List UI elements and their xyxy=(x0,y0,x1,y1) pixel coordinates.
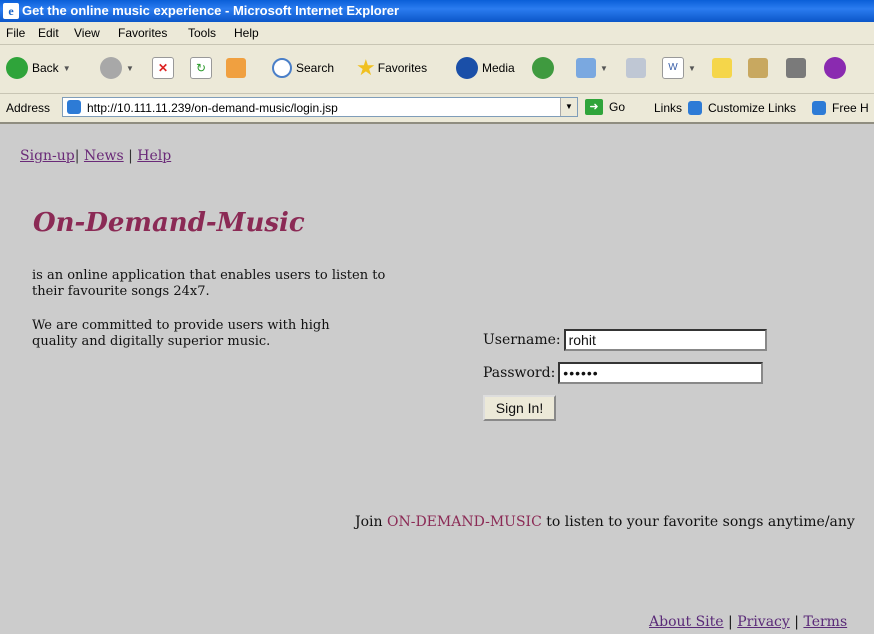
mail-button[interactable]: ▼ xyxy=(576,55,608,81)
username-label: Username: xyxy=(483,332,561,348)
help-link[interactable]: Help xyxy=(137,148,171,164)
free-hotmail-link[interactable]: Free H xyxy=(832,101,869,115)
media-label: Media xyxy=(482,61,515,75)
search-icon xyxy=(272,58,292,78)
footer-links: About Site | Privacy | Terms xyxy=(649,614,847,630)
forward-arrow-icon xyxy=(100,57,122,79)
history-button[interactable] xyxy=(532,55,554,81)
join-prefix: Join xyxy=(355,514,383,530)
about-site-link[interactable]: About Site xyxy=(649,614,724,630)
ie-logo-icon: e xyxy=(3,3,19,19)
history-icon xyxy=(532,57,554,79)
top-nav: Sign-up| News | Help xyxy=(20,148,171,164)
menu-file[interactable]: File xyxy=(6,26,25,40)
print-icon xyxy=(626,58,646,78)
yahoo-button[interactable] xyxy=(824,55,846,81)
mail-icon xyxy=(576,58,596,78)
address-dropdown-icon[interactable]: ▼ xyxy=(560,98,577,116)
address-label: Address xyxy=(6,101,51,115)
standard-toolbar: Back ▼ ▼ ✕ ↻ Search ★ Favorites Media ▼ … xyxy=(0,45,874,94)
nav-separator: | xyxy=(128,148,133,164)
print-button[interactable] xyxy=(626,55,646,81)
sign-in-button[interactable]: Sign In! xyxy=(483,395,556,421)
privacy-link[interactable]: Privacy xyxy=(737,614,790,630)
address-url: http://10.111.11.239/on-demand-music/log… xyxy=(87,101,338,115)
footer-separator: | xyxy=(794,614,799,630)
menu-tools[interactable]: Tools xyxy=(188,26,216,40)
page-content: Sign-up| News | Help On-Demand-Music is … xyxy=(0,124,874,634)
join-suffix: to listen to your favorite songs anytime… xyxy=(546,514,855,530)
go-label: Go xyxy=(609,100,626,114)
discuss-button[interactable] xyxy=(712,55,732,81)
favorites-label: Favorites xyxy=(377,61,428,75)
folder-icon xyxy=(712,58,732,78)
menu-help[interactable]: Help xyxy=(234,26,259,40)
forward-button[interactable]: ▼ xyxy=(100,55,134,81)
join-banner: Join ON-DEMAND-MUSIC to listen to your f… xyxy=(355,514,855,530)
research-icon xyxy=(748,58,768,78)
search-label: Search xyxy=(296,61,335,75)
customize-links[interactable]: Customize Links xyxy=(708,101,796,115)
links-label[interactable]: Links xyxy=(654,101,682,115)
go-arrow-icon: ➜ xyxy=(585,99,603,115)
news-link[interactable]: News xyxy=(84,148,124,164)
edit-button[interactable]: W ▼ xyxy=(662,55,696,81)
join-brand: ON-DEMAND-MUSIC xyxy=(387,514,542,530)
password-label: Password: xyxy=(483,365,556,381)
dropdown-arrow-icon: ▼ xyxy=(126,63,134,73)
menu-view[interactable]: View xyxy=(74,26,100,40)
yahoo-icon xyxy=(824,57,846,79)
refresh-icon: ↻ xyxy=(190,57,212,79)
refresh-button[interactable]: ↻ xyxy=(190,55,212,81)
description-1: is an online application that enables us… xyxy=(32,268,386,299)
home-icon xyxy=(226,58,246,78)
signup-link[interactable]: Sign-up xyxy=(20,148,75,164)
window-titlebar: e Get the online music experience - Micr… xyxy=(0,0,874,22)
footer-separator: | xyxy=(728,614,733,630)
research-button[interactable] xyxy=(748,55,768,81)
back-label: Back xyxy=(32,61,59,75)
dropdown-arrow-icon: ▼ xyxy=(62,63,71,73)
messenger-button[interactable] xyxy=(786,55,806,81)
dropdown-arrow-icon: ▼ xyxy=(688,63,696,73)
window-title: Get the online music experience - Micros… xyxy=(22,3,400,18)
page-icon xyxy=(67,100,81,114)
word-icon: W xyxy=(662,57,684,79)
favorites-button[interactable]: ★ Favorites xyxy=(356,55,427,81)
terms-link[interactable]: Terms xyxy=(803,614,847,630)
go-button[interactable]: ➜ Go xyxy=(585,99,625,115)
dropdown-arrow-icon: ▼ xyxy=(600,63,608,73)
menu-bar: File Edit View Favorites Tools Help xyxy=(0,22,874,45)
address-input[interactable]: http://10.111.11.239/on-demand-music/log… xyxy=(62,97,578,117)
back-arrow-icon xyxy=(6,57,28,79)
stop-button[interactable]: ✕ xyxy=(152,55,174,81)
media-icon xyxy=(456,57,478,79)
search-button[interactable]: Search xyxy=(272,55,334,81)
media-button[interactable]: Media xyxy=(456,55,515,81)
messenger-icon xyxy=(786,58,806,78)
username-input[interactable]: rohit xyxy=(563,329,767,351)
star-icon: ★ xyxy=(356,55,376,80)
ie-link-icon-2 xyxy=(812,101,826,118)
home-button[interactable] xyxy=(226,55,246,81)
menu-favorites[interactable]: Favorites xyxy=(118,26,167,40)
password-input[interactable]: •••••• xyxy=(558,362,764,384)
menu-edit[interactable]: Edit xyxy=(38,26,59,40)
back-button[interactable]: Back ▼ xyxy=(6,55,71,81)
description-2: We are committed to provide users with h… xyxy=(32,318,330,349)
stop-icon: ✕ xyxy=(152,57,174,79)
address-bar: Address http://10.111.11.239/on-demand-m… xyxy=(0,94,874,124)
site-title: On-Demand-Music xyxy=(33,208,305,238)
nav-separator: | xyxy=(74,148,80,164)
ie-link-icon xyxy=(688,101,702,118)
